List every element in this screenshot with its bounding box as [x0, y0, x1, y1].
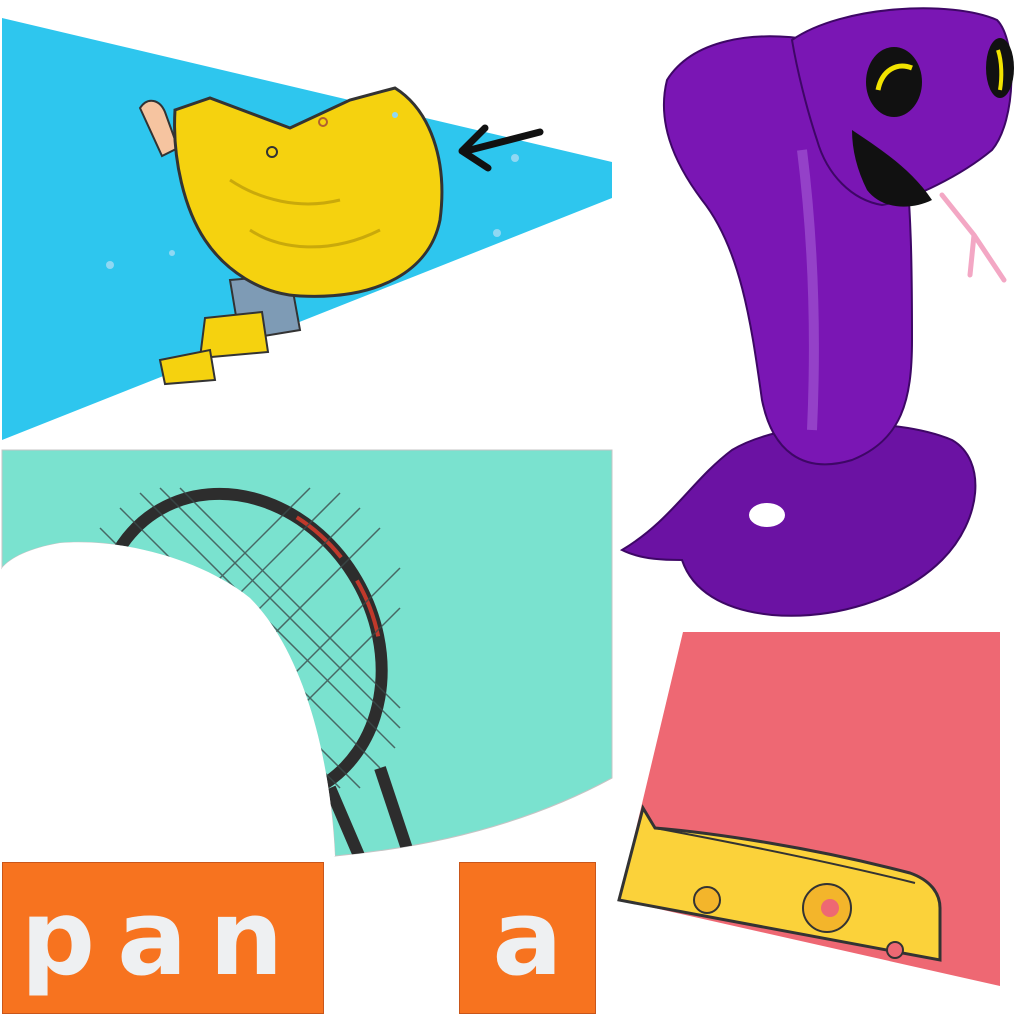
- word-tile-pan[interactable]: pan: [2, 862, 324, 1014]
- word-tile-label: a: [492, 877, 563, 999]
- cheese-wedge-icon: [617, 632, 1000, 986]
- raincoat-piece[interactable]: [0, 0, 615, 445]
- word-tile-a[interactable]: a: [459, 862, 596, 1014]
- cobra-snake-icon: [619, 7, 1014, 617]
- tennis-racket-icon: [1, 449, 613, 857]
- tennis-racket-piece[interactable]: [0, 448, 615, 858]
- raincoat-child-icon: [2, 18, 612, 440]
- word-tile-label: pan: [20, 877, 306, 999]
- cheese-piece[interactable]: [615, 628, 1005, 990]
- snake-piece[interactable]: [612, 0, 1021, 630]
